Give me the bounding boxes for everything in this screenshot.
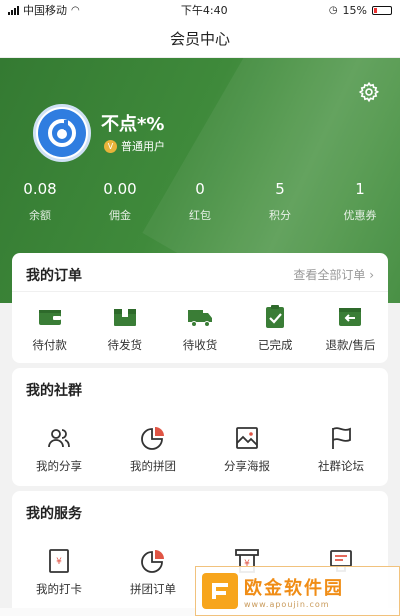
orders-title: 我的订单 xyxy=(26,268,82,284)
stat-commission[interactable]: 0.00 佣金 xyxy=(80,180,160,223)
orders-grid: 待付款 待发货 待收货 已完成 退款/售后 xyxy=(12,303,388,353)
grid-label: 退款/售后 xyxy=(325,338,376,352)
clipboard-check-icon xyxy=(266,305,285,328)
carrier-label: 中国移动 xyxy=(23,4,67,17)
pie-icon xyxy=(141,427,164,450)
divider xyxy=(12,291,388,292)
package-icon xyxy=(113,309,136,326)
watermark-url: www.apoujin.com xyxy=(244,599,330,609)
chevron-right-icon: › xyxy=(369,268,374,282)
signal-icon xyxy=(8,5,19,15)
checkin-icon: ¥ xyxy=(49,549,69,573)
pie-icon xyxy=(141,550,164,573)
users-icon xyxy=(48,429,70,448)
avatar-logo-icon xyxy=(38,109,86,157)
services-title: 我的服务 xyxy=(26,506,82,522)
watermark-logo-icon xyxy=(202,573,238,609)
grid-label: 我的拼团 xyxy=(130,459,176,473)
stat-points[interactable]: 5 积分 xyxy=(240,180,320,223)
community-grid: 我的分享 我的拼团 分享海报 社群论坛 xyxy=(12,424,388,474)
flag-icon xyxy=(332,427,351,449)
truck-icon xyxy=(188,310,212,327)
my-shares[interactable]: 我的分享 xyxy=(12,424,106,474)
stat-value: 5 xyxy=(275,180,285,198)
battery-percent: 15% xyxy=(342,3,367,17)
grid-label: 我的打卡 xyxy=(36,582,82,596)
grid-label: 待收货 xyxy=(182,338,218,352)
grid-label: 待发货 xyxy=(107,338,143,352)
wallet-icon xyxy=(38,310,61,325)
stat-coupons[interactable]: 1 优惠券 xyxy=(320,180,400,223)
grid-label: 社群论坛 xyxy=(318,459,364,473)
stat-red-packet[interactable]: 0 红包 xyxy=(160,180,240,223)
user-level: V 普通用户 xyxy=(104,138,165,154)
group-buy-orders[interactable]: 拼团订单 xyxy=(106,547,200,597)
stat-balance[interactable]: 0.08 余额 xyxy=(0,180,80,223)
order-pending-receipt[interactable]: 待收货 xyxy=(162,303,237,353)
avatar[interactable] xyxy=(33,104,91,162)
view-all-orders-label: 查看全部订单 xyxy=(293,268,366,282)
orders-card: 我的订单 查看全部订单 › 待付款 待发货 待收货 已完成 退款/售后 xyxy=(12,253,388,363)
alarm-icon: ◷ xyxy=(328,4,338,16)
page-title: 会员中心 xyxy=(169,30,230,48)
order-refund[interactable]: 退款/售后 xyxy=(313,303,388,353)
my-group-buys[interactable]: 我的拼团 xyxy=(106,424,200,474)
level-badge-icon: V xyxy=(104,139,117,153)
grid-label: 我的分享 xyxy=(36,459,82,473)
image-icon xyxy=(236,427,258,449)
svg-text:¥: ¥ xyxy=(56,557,62,567)
stat-value: 0.08 xyxy=(23,180,57,198)
stat-value: 1 xyxy=(355,180,365,198)
site-watermark: 欧金软件园 www.apoujin.com xyxy=(195,566,400,616)
stat-label: 红包 xyxy=(189,209,211,222)
stat-label: 积分 xyxy=(269,209,291,222)
battery-icon xyxy=(372,5,392,15)
stat-label: 优惠券 xyxy=(343,209,377,222)
stat-value: 0 xyxy=(195,180,205,198)
grid-label: 待付款 xyxy=(32,338,67,352)
grid-label: 拼团订单 xyxy=(130,582,176,596)
username: 不点*% xyxy=(101,114,165,135)
status-time: 下午4:40 xyxy=(180,4,228,17)
account-stats: 0.08 余额 0.00 佣金 0 红包 5 积分 1 优惠券 xyxy=(0,180,400,223)
watermark-title: 欧金软件园 xyxy=(244,577,344,599)
community-title: 我的社群 xyxy=(26,383,82,399)
community-card: 我的社群 我的分享 我的拼团 分享海报 社群论坛 xyxy=(12,368,388,486)
stat-value: 0.00 xyxy=(103,180,137,198)
share-poster[interactable]: 分享海报 xyxy=(200,424,294,474)
stat-label: 佣金 xyxy=(109,209,131,222)
nav-bar: 会员中心 xyxy=(0,20,400,58)
stat-label: 余额 xyxy=(29,209,51,222)
order-pending-payment[interactable]: 待付款 xyxy=(12,303,87,353)
wifi-icon: ◠ xyxy=(71,4,80,16)
grid-label: 分享海报 xyxy=(224,459,270,473)
community-forum[interactable]: 社群论坛 xyxy=(294,424,388,474)
order-pending-shipment[interactable]: 待发货 xyxy=(87,303,162,353)
my-checkin[interactable]: ¥ 我的打卡 xyxy=(12,547,106,597)
order-completed[interactable]: 已完成 xyxy=(238,303,313,353)
status-bar: 中国移动 ◠ 下午4:40 ◷ 15% xyxy=(0,0,400,20)
settings-gear-icon[interactable] xyxy=(358,81,380,103)
refund-icon xyxy=(339,308,362,326)
user-level-label: 普通用户 xyxy=(121,140,165,153)
grid-label: 已完成 xyxy=(257,338,293,352)
view-all-orders-link[interactable]: 查看全部订单 › xyxy=(293,266,374,283)
